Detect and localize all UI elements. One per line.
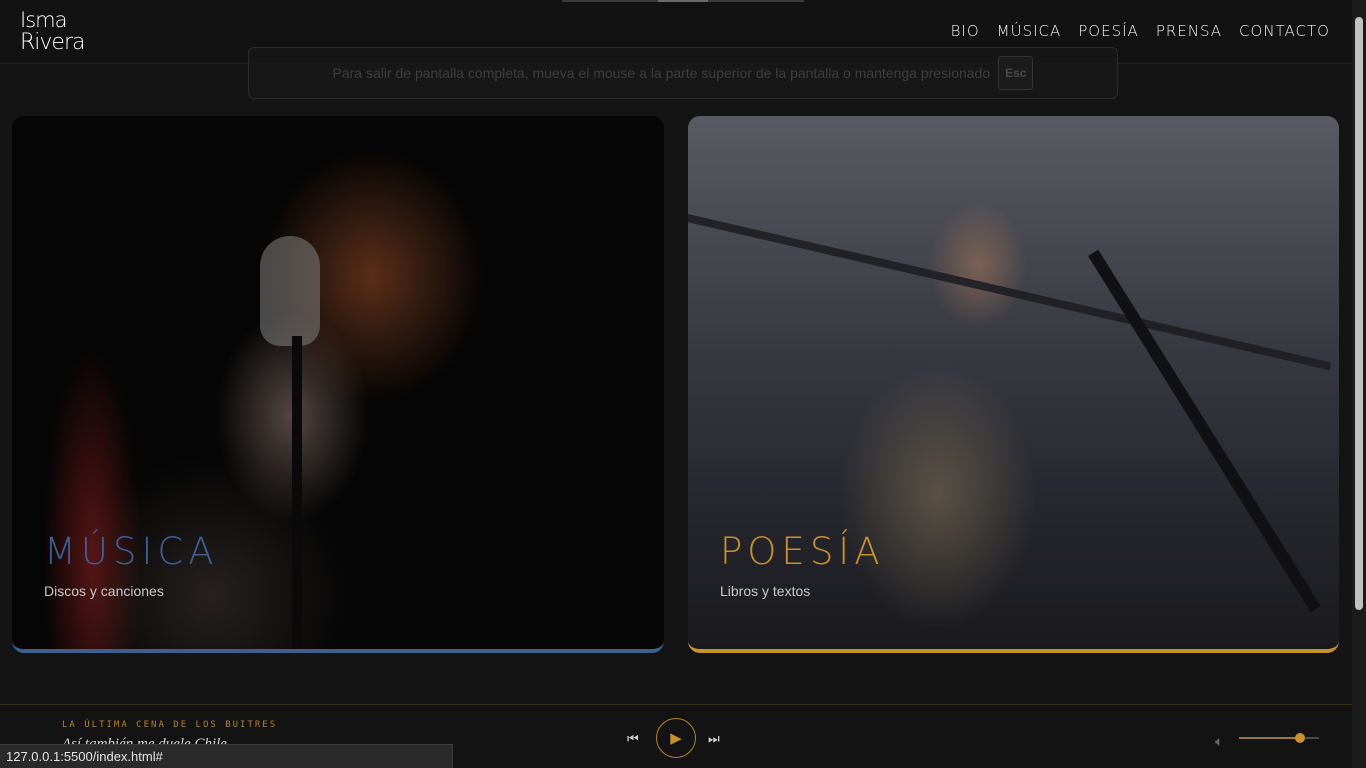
poesia-card-title: POESÍA — [720, 530, 885, 573]
logo-line-1: Isma — [20, 8, 67, 32]
page-scrollbar[interactable] — [1352, 0, 1366, 768]
musica-card[interactable]: MÚSICA Discos y canciones — [12, 116, 664, 653]
next-icon[interactable]: ⏭ — [708, 731, 720, 747]
musica-card-title: MÚSICA — [44, 530, 219, 573]
nav-musica[interactable]: MÚSICA — [997, 22, 1062, 40]
volume-slider[interactable] — [1239, 733, 1319, 743]
musica-card-subtitle: Discos y canciones — [44, 583, 164, 599]
main-nav: BIO MÚSICA POESÍA PRENSA CONTACTO — [951, 22, 1330, 40]
nav-prensa[interactable]: PRENSA — [1156, 22, 1222, 40]
poesia-card-subtitle: Libros y textos — [720, 583, 811, 599]
fullscreen-notice: Para salir de pantalla completa, mueva e… — [248, 47, 1118, 99]
prev-icon[interactable]: ⏮ — [627, 731, 639, 747]
poesia-card[interactable]: POESÍA Libros y textos — [688, 116, 1339, 653]
scrollbar-thumb[interactable] — [1355, 17, 1363, 610]
mic-stand-shape — [1088, 249, 1321, 613]
site-logo[interactable]: Isma Rivera — [18, 8, 85, 64]
nav-poesia[interactable]: POESÍA — [1078, 22, 1139, 40]
play-icon: ▶ — [670, 730, 682, 747]
frame-beam-shape — [688, 214, 1332, 371]
volume-icon[interactable]: 🔈︎ — [1215, 733, 1223, 750]
fullscreen-notice-text: Para salir de pantalla completa, mueva e… — [332, 65, 991, 81]
player-album-name: LA ÚLTIMA CENA DE LOS BUITRES — [62, 720, 278, 730]
mic-stand-shape — [292, 336, 302, 649]
nav-bio[interactable]: BIO — [951, 22, 980, 40]
nav-contacto[interactable]: CONTACTO — [1239, 22, 1330, 40]
microphone-shape — [260, 236, 320, 346]
volume-fill — [1239, 737, 1300, 739]
status-bar-url: 127.0.0.1:5500/index.html# — [0, 744, 453, 768]
volume-handle[interactable] — [1294, 733, 1305, 743]
logo-line-2: Rivera — [20, 30, 85, 55]
esc-key-badge: Esc — [998, 56, 1034, 90]
play-button[interactable]: ▶ — [656, 718, 696, 758]
fullscreen-tab — [562, 0, 804, 2]
